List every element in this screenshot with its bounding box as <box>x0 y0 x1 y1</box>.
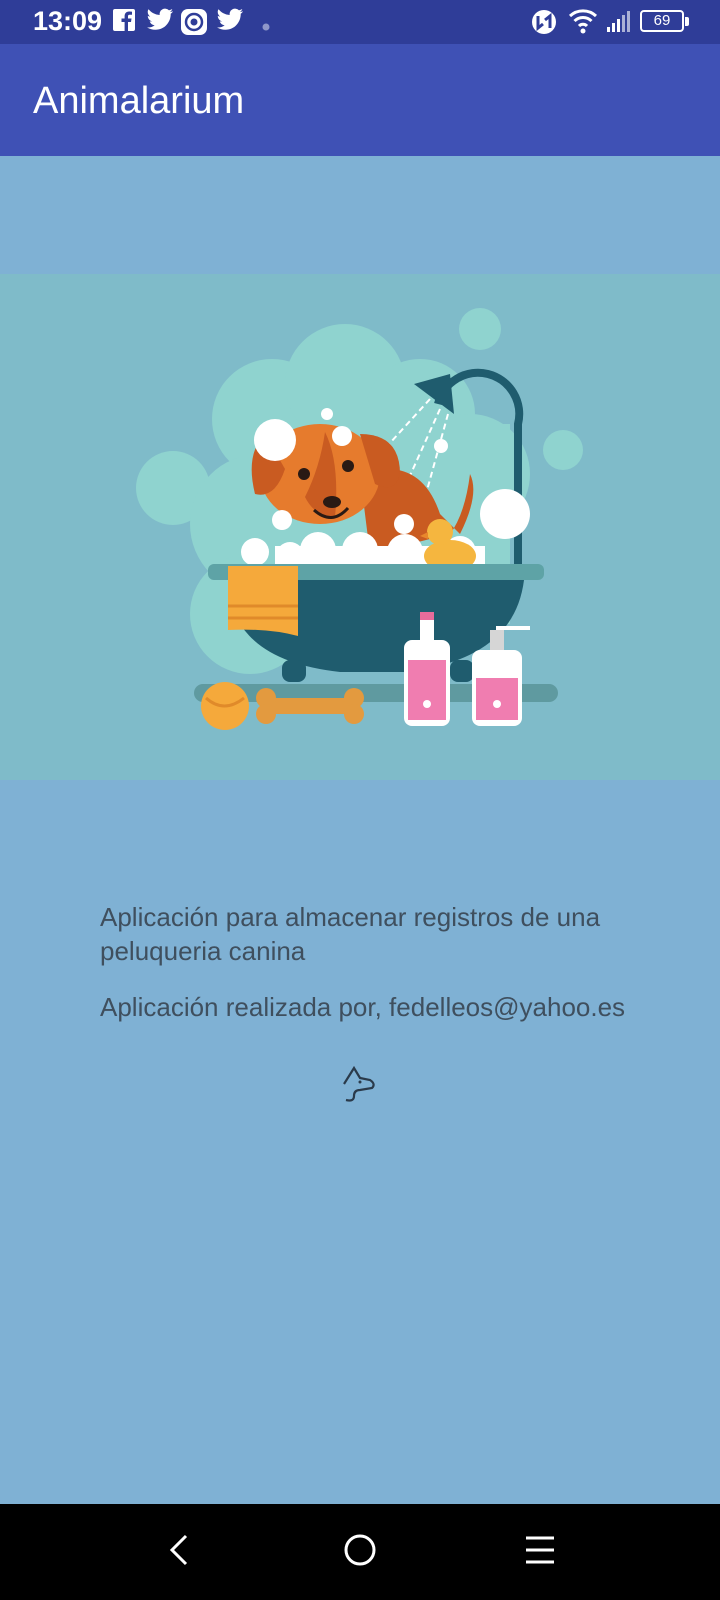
description: Aplicación para almacenar registros de u… <box>100 900 680 1046</box>
wifi-icon <box>568 8 598 39</box>
status-time: 13:09 <box>33 6 103 36</box>
recents-icon[interactable] <box>522 1532 558 1573</box>
dog-logo-icon <box>340 1062 380 1107</box>
twitter-icon <box>146 8 174 37</box>
more-notifications-dot <box>262 18 270 36</box>
facebook-icon <box>112 8 136 37</box>
battery-tip <box>685 17 689 26</box>
twitter-icon <box>216 8 244 37</box>
author-text: Aplicación realizada por, fedelleos@yaho… <box>100 992 626 1022</box>
home-icon[interactable] <box>342 1532 378 1573</box>
app-purpose-text: Aplicación para almacenar registros de u… <box>100 902 601 966</box>
app-notification-icon <box>180 8 208 41</box>
nfc-icon <box>530 8 558 41</box>
status-bar: 13:09 69 <box>0 0 720 44</box>
battery-icon: 69 <box>640 10 684 32</box>
app-bar: Animalarium <box>0 44 720 156</box>
hero-image <box>0 274 720 780</box>
back-icon[interactable] <box>164 1532 196 1573</box>
app-title: Animalarium <box>33 80 245 122</box>
navigation-bar <box>0 1504 720 1600</box>
signal-icon <box>606 8 630 39</box>
dog-bath-illustration <box>136 308 583 730</box>
system-icons: 69 <box>530 8 690 36</box>
